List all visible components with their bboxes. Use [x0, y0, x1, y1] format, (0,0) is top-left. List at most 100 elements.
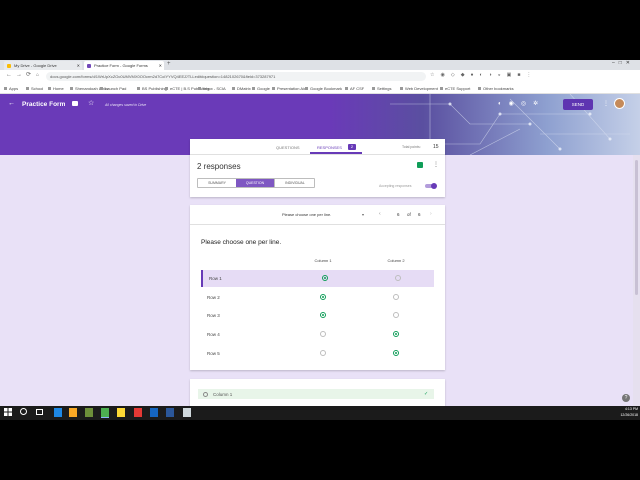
bookmark-icon — [26, 87, 29, 91]
back-arrow-icon[interactable]: ← — [8, 100, 15, 107]
radio-empty-icon — [393, 293, 399, 300]
grid-row: Row 5 — [201, 345, 434, 362]
grid-row-label: Row 1 — [209, 276, 222, 281]
bookmark-item[interactable]: Other bookmarks — [478, 84, 514, 93]
save-status: All changes saved in Drive — [105, 103, 147, 107]
app-icon[interactable] — [134, 408, 142, 417]
bookmark-label: AF CSF — [350, 86, 365, 91]
tab-individual[interactable]: INDIVIDUAL — [274, 179, 315, 187]
radio-empty-icon — [395, 275, 401, 281]
bookmark-item[interactable]: Web Development — [400, 84, 438, 93]
more-options-icon[interactable]: ⋮ — [603, 100, 609, 107]
bookmark-label: Launch Pad — [105, 86, 127, 91]
star-icon[interactable]: ☆ — [88, 99, 94, 107]
grid-row: Row 4 — [201, 326, 434, 343]
photos-icon[interactable] — [183, 408, 191, 417]
bookmark-icon — [478, 87, 481, 91]
toggle-knob — [431, 183, 437, 189]
chevron-down-icon[interactable]: ▾ — [362, 212, 364, 217]
tab-question[interactable]: QUESTION — [236, 179, 274, 187]
extension-icons[interactable]: ☆◉◇◆●◐◑◒▣■⋮ — [430, 72, 537, 78]
bookmark-icon — [372, 87, 375, 91]
clock-time: 4:13 PM — [624, 407, 638, 411]
window-controls[interactable]: –□✕ — [612, 60, 634, 66]
app-icon[interactable] — [150, 408, 158, 417]
windows-start-icon[interactable] — [4, 408, 12, 416]
radio-empty-icon — [320, 349, 326, 356]
new-tab-icon[interactable]: + — [167, 61, 171, 67]
responses-card: QUESTIONS RESPONSES 2 Total points: 15 2… — [190, 139, 445, 197]
help-icon[interactable]: ? — [622, 394, 630, 402]
accepting-responses-label: Accepting responses — [379, 184, 412, 188]
task-view-icon[interactable] — [36, 409, 43, 415]
folder-icon[interactable] — [72, 101, 78, 106]
bookmark-item[interactable]: Settings — [372, 84, 391, 93]
send-button[interactable]: SEND — [563, 99, 593, 110]
store-icon[interactable] — [85, 408, 93, 417]
forms-icon — [87, 64, 91, 68]
bookmark-icon — [100, 87, 103, 91]
bookmark-item[interactable]: AF CSF — [345, 84, 364, 93]
spreadsheet-icon[interactable] — [417, 162, 423, 168]
browser-tab-forms[interactable]: Practice Form - Google Forms ✕ — [84, 61, 164, 70]
bookmark-item[interactable]: Launch Pad — [100, 84, 126, 93]
bookmark-icon — [400, 87, 403, 91]
page-of: of — [407, 212, 411, 217]
scrollbar-thumb[interactable] — [635, 160, 638, 295]
form-title[interactable]: Practice Form — [22, 101, 65, 108]
grid-row: Row 2 — [201, 289, 434, 306]
bookmark-item[interactable]: Google — [252, 84, 270, 93]
bookmark-item[interactable]: School — [26, 84, 43, 93]
bookmark-item[interactable]: Apps — [4, 84, 18, 93]
bookmark-item[interactable]: DMatrix — [232, 84, 251, 93]
accepting-responses-toggle[interactable] — [425, 183, 437, 189]
word-icon[interactable] — [166, 408, 174, 417]
question-select[interactable]: Please choose one per line. — [282, 212, 331, 217]
bookmark-item[interactable]: BS Publishing — [137, 84, 167, 93]
sticky-notes-icon[interactable] — [117, 408, 125, 417]
divider — [190, 224, 445, 225]
question-card: Please choose one per line. ▾ ‹ 6 of 6 ›… — [190, 205, 445, 370]
radio-selected-icon — [322, 275, 328, 281]
more-options-icon[interactable]: ⋮ — [433, 161, 439, 168]
question-title: Please choose one per line. — [201, 239, 282, 246]
bookmark-label: Apps — [9, 86, 19, 91]
edge-icon[interactable] — [54, 408, 62, 417]
total-points-value: 15 — [433, 144, 439, 150]
grid-row-label: Row 5 — [207, 350, 220, 356]
taskbar — [0, 406, 640, 420]
bookmark-icon — [70, 87, 73, 91]
bookmark-item[interactable]: eCTE Support — [440, 84, 470, 93]
next-question-icon[interactable]: › — [430, 211, 432, 217]
grid-row-label: Row 3 — [207, 313, 220, 319]
bookmark-item[interactable]: Google Bookmark — [305, 84, 342, 93]
radio-dot — [395, 351, 397, 354]
bookmark-item[interactable]: Presentation Aids — [272, 84, 308, 93]
page-current: 6 — [397, 212, 400, 217]
chrome-icon[interactable] — [101, 408, 109, 418]
avatar[interactable] — [614, 98, 625, 109]
bookmark-icon — [4, 87, 7, 91]
file-explorer-icon[interactable] — [69, 408, 77, 417]
close-icon[interactable]: ✕ — [159, 61, 162, 70]
browser-tab-label: Practice Form - Google Forms — [94, 63, 148, 68]
home-icon[interactable]: ⌂ — [36, 72, 39, 78]
bookmark-icon — [272, 87, 275, 91]
tab-responses[interactable]: RESPONSES — [317, 145, 342, 150]
url-field[interactable]: docs.google.com/forms/d/1WrUpXcZOc0UMVMX… — [46, 72, 426, 81]
search-icon[interactable] — [20, 408, 27, 415]
header-action-icons[interactable]: ◐◉◎✲ — [498, 100, 545, 107]
tab-summary[interactable]: SUMMARY — [198, 179, 236, 187]
close-icon[interactable]: ✕ — [77, 61, 80, 70]
grid-column-header: Column 2 — [387, 258, 405, 263]
radio-selected-icon — [320, 293, 326, 300]
previous-question-icon[interactable]: ‹ — [379, 211, 381, 217]
radio-selected-icon — [320, 312, 326, 319]
tab-questions[interactable]: QUESTIONS — [276, 145, 300, 150]
grid-row-label: Row 2 — [207, 294, 220, 300]
browser-tab-drive[interactable]: My Drive - Google Drive ✕ — [4, 61, 82, 70]
radio-icon — [203, 392, 208, 397]
bookmark-item[interactable]: Inbox - SCIA — [198, 84, 226, 93]
nav-buttons[interactable]: ←→⟳ — [6, 71, 35, 78]
bookmark-item[interactable]: Home — [48, 84, 64, 93]
